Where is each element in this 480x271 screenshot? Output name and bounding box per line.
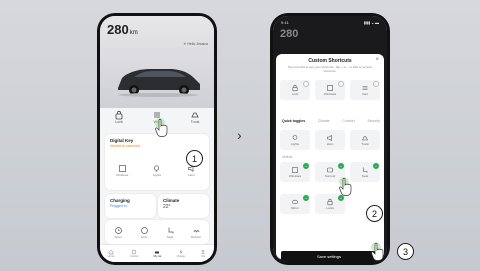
tab-charge[interactable]: Charge [177,249,185,258]
shortcut-tile[interactable]: Horn [315,130,345,150]
add-icon[interactable]: + [373,163,379,169]
shortcut-tile[interactable]: + Locks [315,194,345,214]
light-icon [292,135,298,140]
horn-icon [327,134,332,142]
bottom-tab-bar: Home Control My car Charge Me [100,244,214,262]
range-readout: 280km [107,22,138,37]
add-icon[interactable]: + [303,163,309,169]
sunroof-icon [327,167,333,173]
shortcut-tile[interactable]: Trunk [350,130,380,150]
sheet-title: Custom Shortcuts [308,58,352,64]
next-step-chevron: › [237,127,242,143]
remove-icon[interactable]: – [338,81,344,87]
defrost-control[interactable]: Defrost [185,226,207,239]
step-callout-3: 3 [397,243,414,260]
charging-card[interactable]: Charging Plugged in [105,194,156,218]
tab-me[interactable]: Me [200,249,206,258]
limit-control[interactable]: Limit [133,226,155,239]
sheet-description: Tap and hold to sort your shortcuts. Tap… [287,65,373,73]
available-shortcuts-row: Lights Horn Trunk [280,130,380,150]
trunk-icon [362,136,368,141]
greeting: ☀ Hello Jessica [183,42,208,46]
climate-card[interactable]: Climate 22° [158,194,209,218]
tap-hand-icon [339,177,352,196]
add-icon[interactable]: + [338,163,344,169]
available-shortcuts-row: + Mirror + Locks [280,194,380,214]
shortcut-tile[interactable]: – Lock [280,80,310,100]
timer-icon [114,227,122,234]
window-icon [292,167,298,173]
phone-home-screen: 280km ☀ Hello Jessica Lock Vent Trunk [97,13,217,265]
save-settings-button[interactable]: Save settings [281,251,377,262]
lock-icon [292,84,298,92]
window-icon [118,165,126,172]
current-shortcuts: – Lock – Windows – Vent [280,80,380,100]
close-icon[interactable]: × [375,57,379,63]
shortcut-tile[interactable]: – Windows [315,80,345,100]
tab-security[interactable]: Security [367,119,380,123]
defrost-icon [193,230,199,233]
tab-comfort[interactable]: Comfort [342,119,354,123]
tab-control[interactable]: Control [130,249,138,258]
trunk-icon [191,112,199,118]
tap-hand-icon [371,242,384,261]
section-label: Vehicle [282,155,293,159]
windows-control[interactable]: Windows [111,164,133,177]
tab-climate[interactable]: Climate [318,119,330,123]
timer-control[interactable]: Timer [107,226,129,239]
light-icon [154,165,160,172]
window-icon [327,85,333,91]
step-callout-2: 2 [366,205,383,222]
mirror-icon [292,199,298,205]
range-readout: 280 [280,28,299,40]
phone-screen: 280km ☀ Hello Jessica Lock Vent Trunk [100,16,214,262]
status-time: 9:41 [281,20,289,25]
car-image [118,69,200,97]
remove-icon[interactable]: – [373,81,379,87]
controls-row: Timer Limit Seat Defrost [105,226,209,239]
lock-action[interactable]: Lock [105,110,133,132]
seat-icon [168,227,173,234]
shortcut-tile[interactable]: + Mirror [280,194,310,214]
tab-home[interactable]: Home [108,249,115,258]
phone-shortcuts-screen: 9:41 ▮▮▮ ◒ ▬ 280 Custom Shortcuts × Tap … [270,13,390,265]
lock-icon [115,110,123,120]
vent-icon [362,86,368,90]
status-indicators: ▮▮▮ ◒ ▬ [363,20,379,25]
seat-icon [363,167,368,173]
tab-my-car[interactable]: My car [154,249,161,258]
shortcut-tile[interactable]: Lights [280,130,310,150]
custom-shortcuts-sheet: Custom Shortcuts × Tap and hold to sort … [276,54,384,259]
remove-icon[interactable]: – [303,81,309,87]
shortcut-tile[interactable]: – Vent [350,80,380,100]
limit-icon [140,227,148,234]
tap-hand-icon [155,118,168,137]
trunk-action[interactable]: Trunk [181,110,209,132]
category-tabs: Quick toggles Climate Comfort Security [282,119,380,123]
phone-screen: 9:41 ▮▮▮ ◒ ▬ 280 Custom Shortcuts × Tap … [273,16,387,262]
add-icon[interactable]: + [303,195,309,201]
tab-quick-toggles[interactable]: Quick toggles [282,119,305,123]
lights-control[interactable]: Lights [146,164,168,177]
seat-control[interactable]: Seat [159,226,181,239]
available-shortcuts-row: + Windows + Sunroof + Seat [280,162,380,182]
step-callout-1: 1 [186,150,203,167]
lock-icon [327,198,333,206]
controls-card: Timer Limit Seat Defrost [105,220,209,244]
shortcut-tile[interactable]: + Windows [280,162,310,182]
